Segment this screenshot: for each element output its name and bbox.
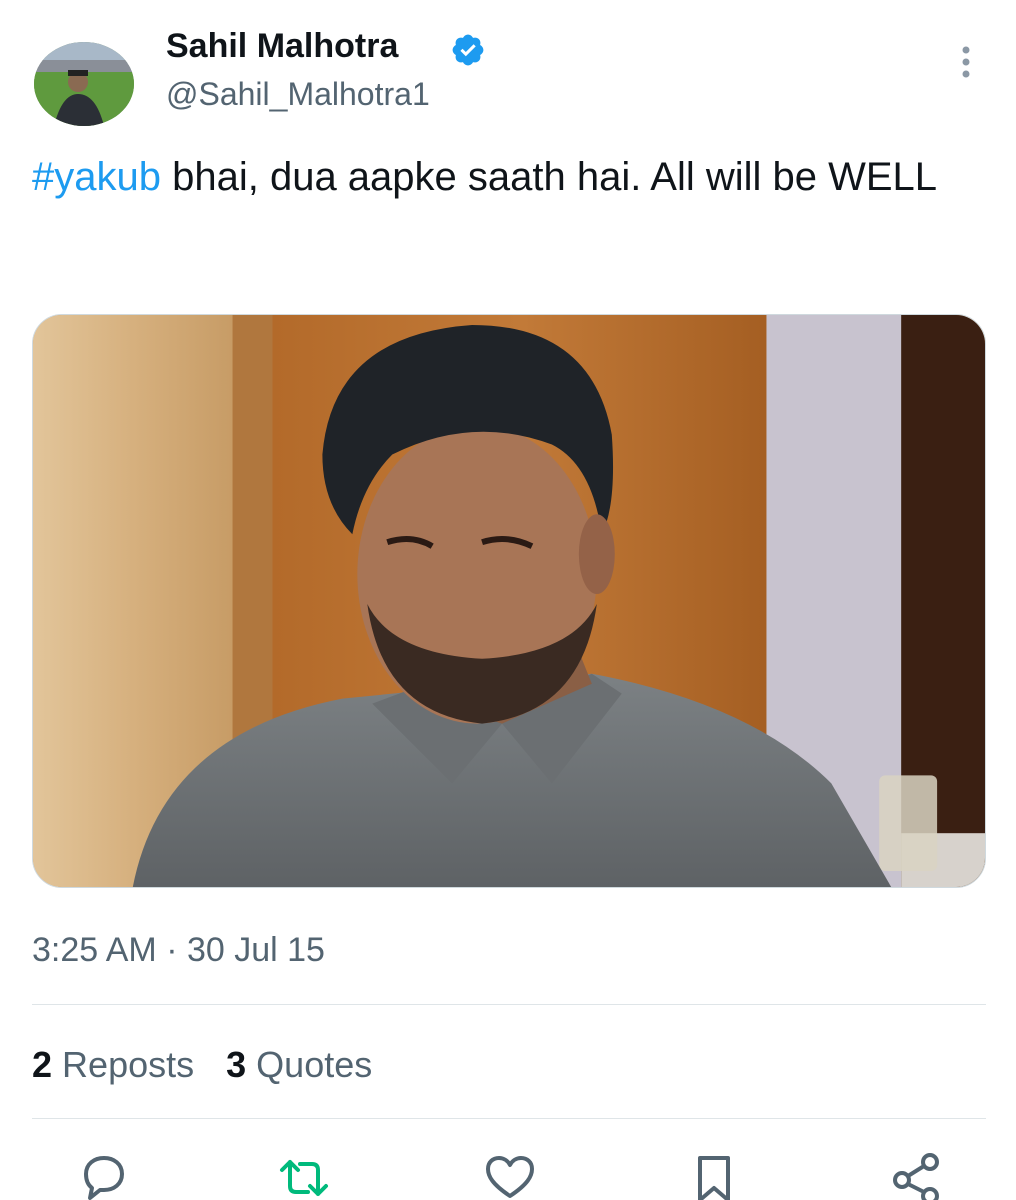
share-button[interactable]: [888, 1150, 944, 1200]
avatar[interactable]: [34, 42, 134, 126]
man-photo: [33, 315, 985, 887]
hashtag-link[interactable]: #yakub: [32, 155, 161, 199]
engagement-stats: 2 Reposts 3 Quotes: [32, 1042, 372, 1088]
bookmark-icon: [698, 1156, 730, 1200]
profile-photo: [34, 42, 134, 126]
bookmark-button[interactable]: [686, 1150, 742, 1200]
reposts-count: 2: [32, 1044, 53, 1085]
tweet-text: #yakub bhai, dua aapke saath hai. All wi…: [32, 152, 982, 202]
quotes-stat[interactable]: 3 Quotes: [226, 1042, 372, 1088]
tweet-timestamp[interactable]: 3:25 AM · 30 Jul 15: [32, 928, 325, 972]
quotes-count: 3: [226, 1044, 247, 1085]
repost-icon: [280, 1160, 328, 1196]
share-icon: [893, 1153, 939, 1200]
action-bar: [72, 1150, 952, 1200]
divider: [32, 1004, 986, 1005]
reply-icon: [84, 1156, 124, 1200]
reply-button[interactable]: [76, 1150, 132, 1200]
display-name[interactable]: Sahil Malhotra: [166, 26, 398, 66]
repost-button[interactable]: [276, 1150, 332, 1200]
tweet-media[interactable]: [32, 314, 986, 888]
more-options-icon[interactable]: [952, 42, 980, 82]
like-icon: [486, 1156, 534, 1198]
reposts-stat[interactable]: 2 Reposts: [32, 1042, 194, 1088]
reposts-label: Reposts: [62, 1044, 195, 1085]
quotes-label: Quotes: [256, 1044, 373, 1085]
verified-badge-icon: [452, 34, 484, 66]
divider: [32, 1118, 986, 1119]
tweet-body: bhai, dua aapke saath hai. All will be W…: [160, 155, 938, 199]
user-handle[interactable]: @Sahil_Malhotra1: [166, 74, 430, 114]
like-button[interactable]: [482, 1150, 538, 1200]
